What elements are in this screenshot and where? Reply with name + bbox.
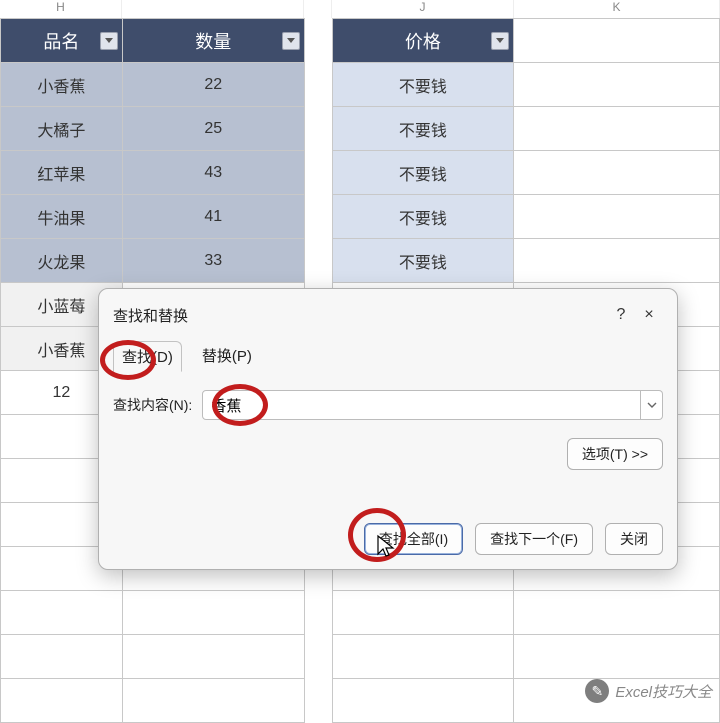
table-row[interactable]: 小香蕉 22 不要钱	[1, 63, 720, 107]
header-name-label: 品名	[43, 32, 79, 52]
empty-cell	[514, 19, 720, 63]
table-row[interactable]: 大橘子 25 不要钱	[1, 107, 720, 151]
find-replace-dialog: 查找和替换 ? × 查找(D) 替换(P) 查找内容(N): 选项(T) >> …	[98, 288, 678, 570]
cell-qty[interactable]: 43	[122, 151, 304, 195]
column-header-row: H J K	[0, 0, 720, 18]
dialog-titlebar[interactable]: 查找和替换 ? ×	[99, 289, 677, 337]
col-label-h: H	[0, 0, 122, 18]
header-name[interactable]: 品名	[1, 19, 123, 63]
dialog-title: 查找和替换	[113, 305, 188, 326]
cell-qty[interactable]: 41	[122, 195, 304, 239]
header-price[interactable]: 价格	[332, 19, 514, 63]
dialog-button-row: 查找全部(I) 查找下一个(F) 关闭	[364, 523, 663, 555]
cell-price[interactable]: 不要钱	[332, 151, 514, 195]
table-header-row: 品名 数量 价格	[1, 19, 720, 63]
cell-price[interactable]: 不要钱	[332, 239, 514, 283]
find-content-input[interactable]	[202, 390, 641, 420]
tab-find-label: 查找(D)	[122, 349, 173, 366]
chevron-down-icon	[647, 400, 657, 410]
table-row[interactable]: 火龙果 33 不要钱	[1, 239, 720, 283]
filter-icon[interactable]	[282, 32, 300, 50]
table-row[interactable]: 红苹果 43 不要钱	[1, 151, 720, 195]
cell-price[interactable]: 不要钱	[332, 195, 514, 239]
cell-name[interactable]: 火龙果	[1, 239, 123, 283]
close-button[interactable]: 关闭	[605, 523, 663, 555]
tab-find[interactable]: 查找(D)	[113, 341, 182, 372]
cell-price[interactable]: 不要钱	[332, 63, 514, 107]
watermark: ✎ Excel技巧大全	[585, 679, 712, 703]
cell-qty[interactable]: 25	[122, 107, 304, 151]
tab-replace[interactable]: 替换(P)	[200, 341, 254, 372]
header-qty-label: 数量	[195, 32, 231, 52]
cell-name[interactable]: 牛油果	[1, 195, 123, 239]
tab-replace-label: 替换(P)	[202, 348, 252, 365]
dialog-tabs: 查找(D) 替换(P)	[99, 337, 677, 380]
cell-qty[interactable]: 33	[122, 239, 304, 283]
filter-icon[interactable]	[491, 32, 509, 50]
cell-qty[interactable]: 22	[122, 63, 304, 107]
find-next-button[interactable]: 查找下一个(F)	[475, 523, 593, 555]
col-label-k: K	[514, 0, 720, 18]
options-button[interactable]: 选项(T) >>	[567, 438, 663, 470]
help-button[interactable]: ?	[607, 301, 635, 329]
cell-name[interactable]: 红苹果	[1, 151, 123, 195]
filter-icon[interactable]	[100, 32, 118, 50]
cell-name[interactable]: 小香蕉	[1, 63, 123, 107]
find-all-button[interactable]: 查找全部(I)	[364, 523, 463, 555]
find-content-label: 查找内容(N):	[113, 395, 192, 415]
find-content-row: 查找内容(N):	[99, 380, 677, 430]
col-label-j: J	[332, 0, 514, 18]
watermark-icon: ✎	[585, 679, 609, 703]
find-history-dropdown[interactable]	[641, 390, 663, 420]
close-icon[interactable]: ×	[635, 301, 663, 329]
cell-name[interactable]: 大橘子	[1, 107, 123, 151]
cell-price[interactable]: 不要钱	[332, 107, 514, 151]
gap-cell	[304, 19, 332, 63]
header-qty[interactable]: 数量	[122, 19, 304, 63]
header-price-label: 价格	[405, 32, 441, 52]
watermark-text: Excel技巧大全	[615, 681, 712, 702]
table-row[interactable]: 牛油果 41 不要钱	[1, 195, 720, 239]
